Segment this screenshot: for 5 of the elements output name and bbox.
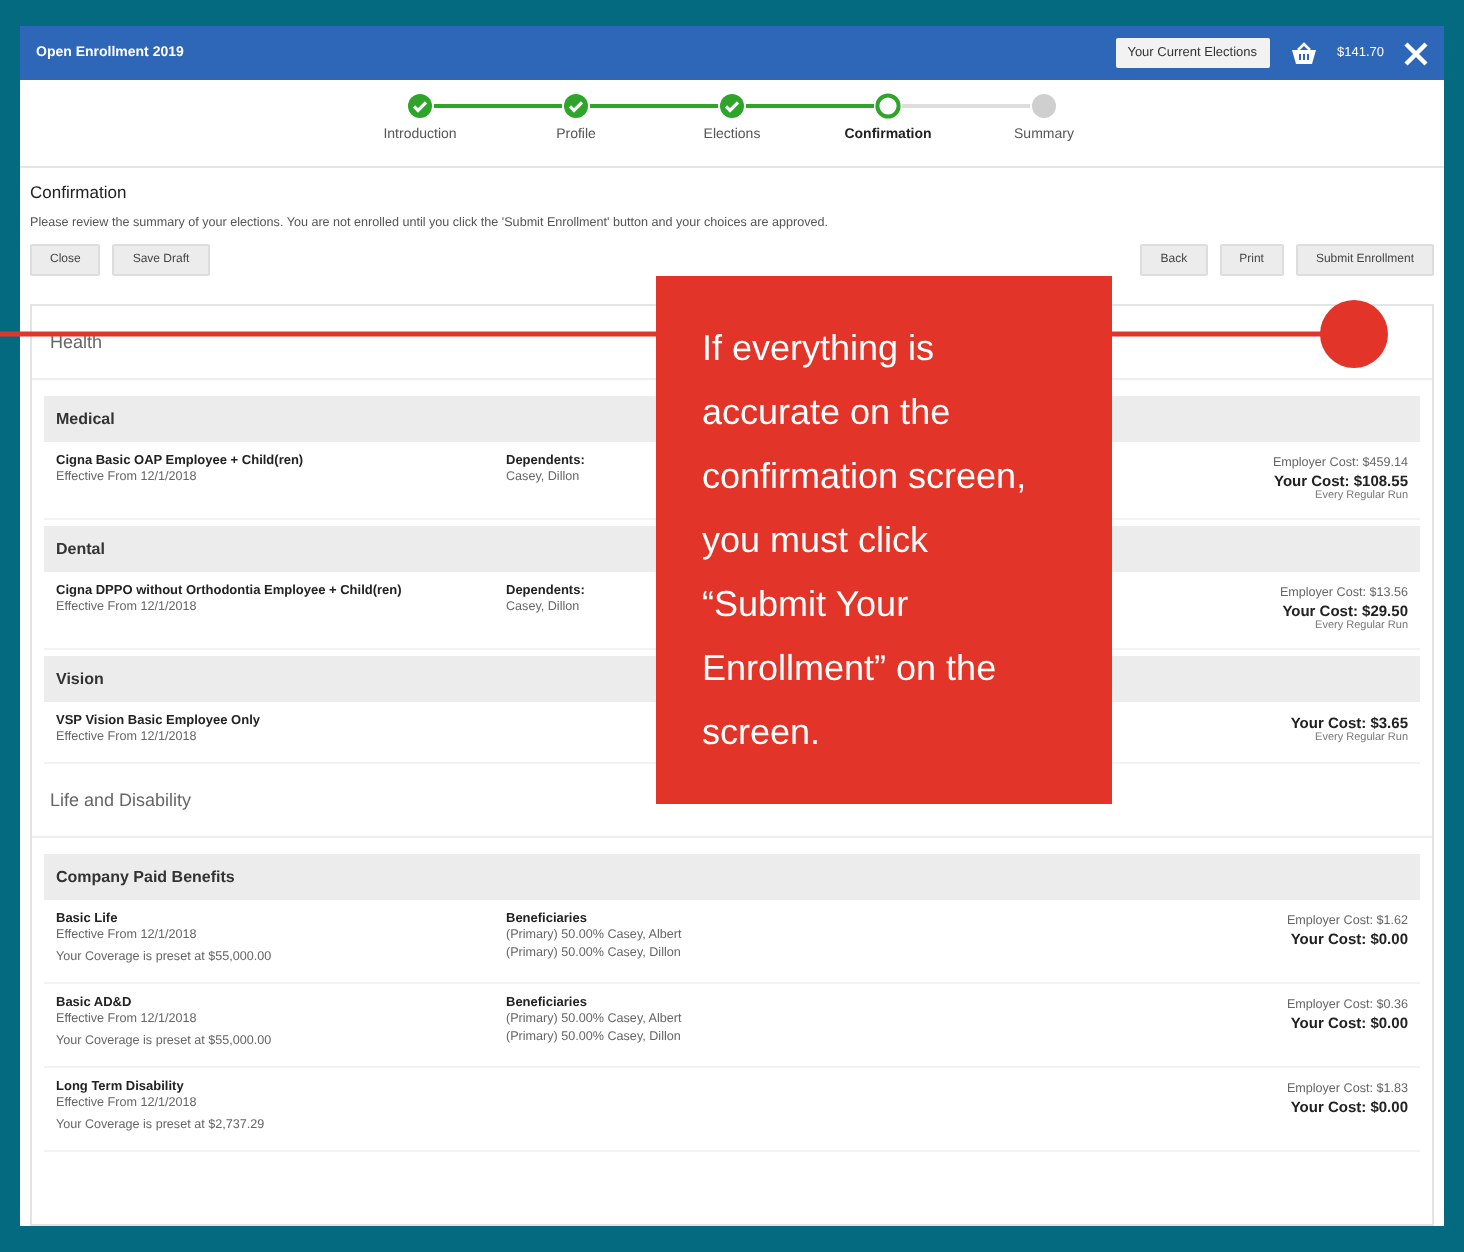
page-title: Confirmation — [30, 182, 129, 202]
close-icon[interactable] — [1404, 41, 1428, 65]
callout-text: If everything is accurate on the confirmation screen, you must click “Submit Your Enrollment” on the screen. — [656, 276, 1112, 804]
section-header: Company Paid Benefits — [44, 854, 1420, 900]
basket-icon[interactable] — [1289, 41, 1317, 65]
